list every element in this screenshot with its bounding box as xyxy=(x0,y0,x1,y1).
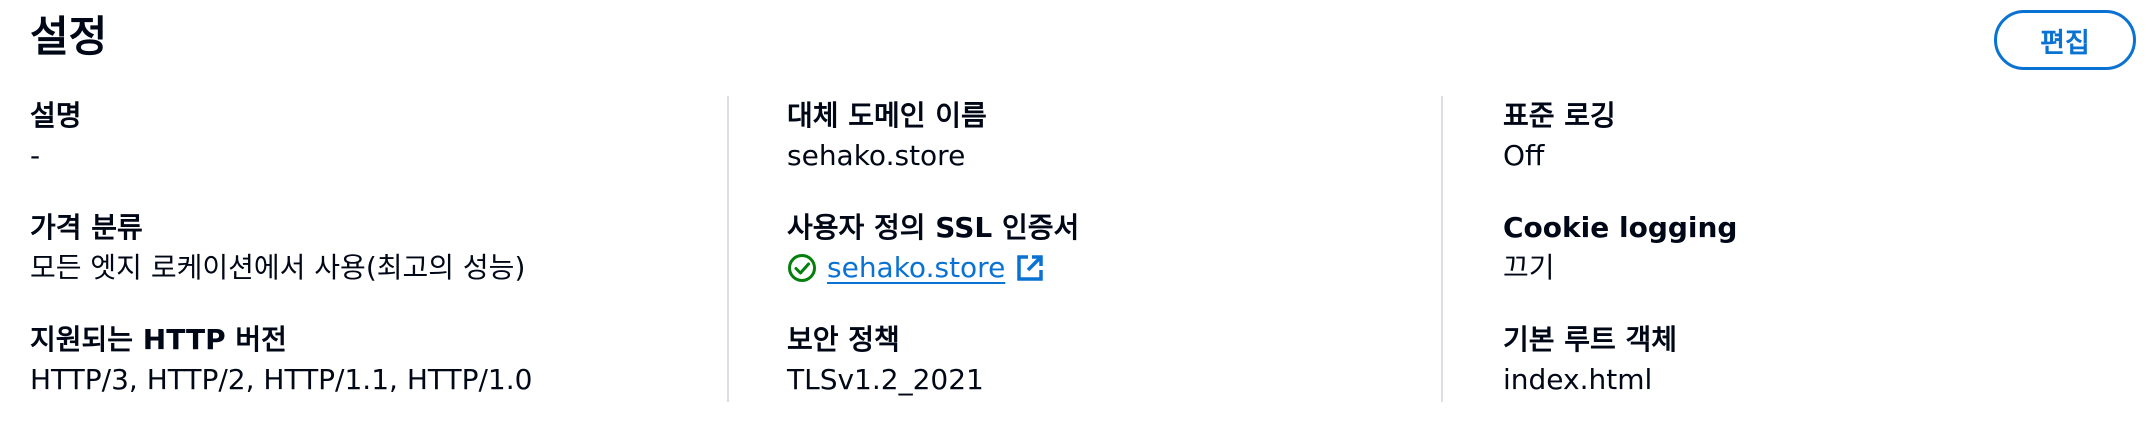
description-value: - xyxy=(30,139,41,172)
http-versions-value: HTTP/3, HTTP/2, HTTP/1.1, HTTP/1.0 xyxy=(30,363,533,396)
price-class-field: 가격 분류 모든 엣지 로케이션에서 사용(최고의 성능) xyxy=(30,208,710,320)
http-versions-label: 지원되는 HTTP 버전 xyxy=(30,323,287,356)
cookie-logging-label: Cookie logging xyxy=(1503,211,1738,244)
default-root-object-label: 기본 루트 객체 xyxy=(1503,323,1678,356)
security-policy-label: 보안 정책 xyxy=(787,323,900,356)
alternate-domain-field: 대체 도메인 이름 sehako.store xyxy=(787,96,1407,208)
edit-button[interactable]: 편집 xyxy=(1994,10,2136,70)
default-root-object-field: 기본 루트 객체 index.html xyxy=(1503,320,2123,432)
ssl-certificate-value: sehako.store xyxy=(787,248,1407,288)
check-circle-icon xyxy=(788,254,816,282)
price-class-value: 모든 엣지 로케이션에서 사용(최고의 성능) xyxy=(30,251,526,284)
default-root-object-value: index.html xyxy=(1503,363,1653,396)
external-link-icon[interactable] xyxy=(1015,253,1045,283)
ssl-certificate-label: 사용자 정의 SSL 인증서 xyxy=(787,211,1080,244)
security-policy-field: 보안 정책 TLSv1.2_2021 xyxy=(787,320,1407,432)
standard-logging-field: 표준 로깅 Off xyxy=(1503,96,2123,208)
security-policy-value: TLSv1.2_2021 xyxy=(787,363,984,396)
ssl-certificate-link[interactable]: sehako.store xyxy=(827,248,1005,288)
standard-logging-value: Off xyxy=(1503,139,1545,172)
http-versions-field: 지원되는 HTTP 버전 HTTP/3, HTTP/2, HTTP/1.1, H… xyxy=(30,320,710,432)
cookie-logging-value: 끄기 xyxy=(1503,251,1555,284)
ssl-certificate-field: 사용자 정의 SSL 인증서 sehako.store xyxy=(787,208,1407,320)
settings-column-1: 설명 - 가격 분류 모든 엣지 로케이션에서 사용(최고의 성능) 지원되는 … xyxy=(30,96,710,432)
description-field: 설명 - xyxy=(30,96,710,208)
settings-column-2: 대체 도메인 이름 sehako.store 사용자 정의 SSL 인증서 se… xyxy=(787,96,1407,432)
page-title: 설정 xyxy=(30,12,108,61)
column-divider xyxy=(727,96,729,402)
settings-column-3: 표준 로깅 Off Cookie logging 끄기 기본 루트 객체 ind… xyxy=(1503,96,2123,432)
cookie-logging-field: Cookie logging 끄기 xyxy=(1503,208,2123,320)
standard-logging-label: 표준 로깅 xyxy=(1503,99,1616,132)
alternate-domain-value: sehako.store xyxy=(787,139,966,172)
column-divider xyxy=(1441,96,1443,402)
alternate-domain-label: 대체 도메인 이름 xyxy=(787,99,987,132)
description-label: 설명 xyxy=(30,99,82,132)
price-class-label: 가격 분류 xyxy=(30,211,143,244)
